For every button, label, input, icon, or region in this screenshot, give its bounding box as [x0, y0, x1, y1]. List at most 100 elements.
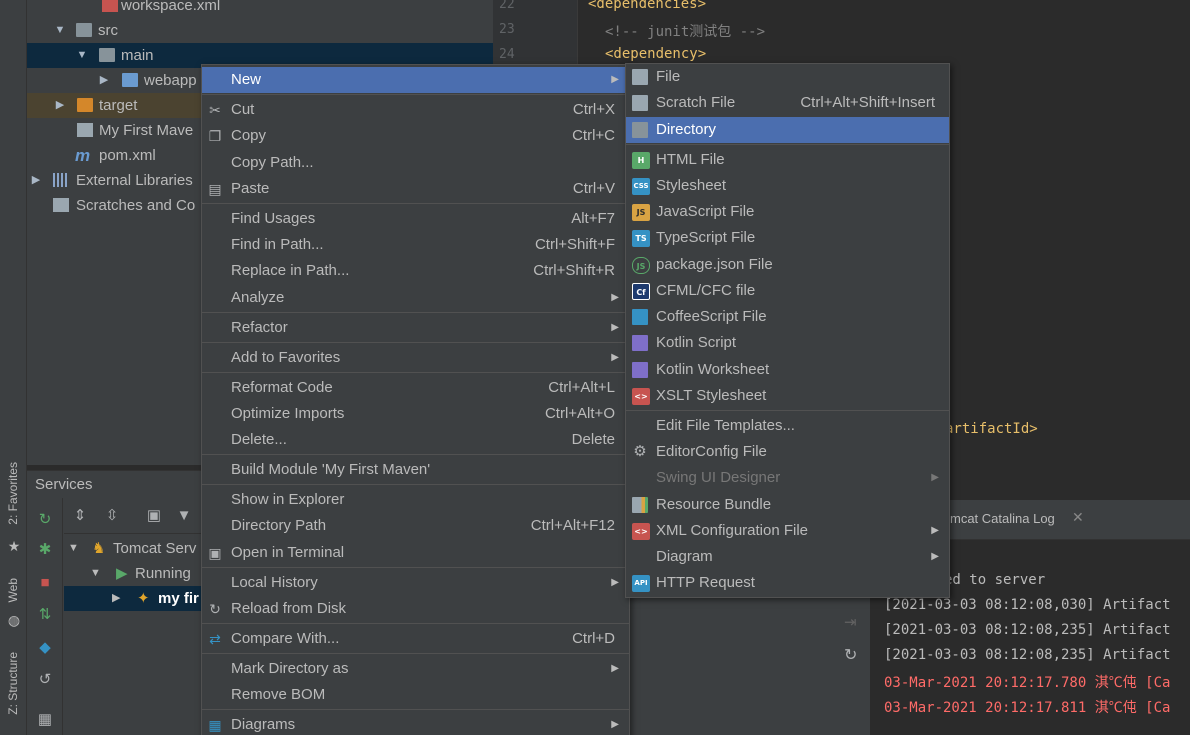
- new-stylesheet-item[interactable]: CSS Stylesheet: [626, 173, 949, 199]
- menu-item-cut[interactable]: ✂ Cut Ctrl+X: [202, 97, 629, 123]
- services-toolbar: ↻ ✱ ■ ⇅ ◆ ↺ ▦: [27, 498, 63, 735]
- new-diagram-item[interactable]: Diagram ▶: [626, 544, 949, 570]
- tree-item-src[interactable]: ▼ src: [27, 18, 493, 43]
- new-editorconfig-file-item[interactable]: ⚙ EditorConfig File: [626, 439, 949, 465]
- collapse-arrow-icon[interactable]: ▶: [54, 93, 66, 118]
- menu-shortcut: Alt+F7: [571, 210, 615, 227]
- stop-icon[interactable]: ■: [35, 573, 55, 593]
- menu-separator: [202, 567, 629, 568]
- menu-shortcut: Ctrl+Shift+R: [533, 262, 615, 279]
- menu-item-new[interactable]: New ▶: [202, 67, 629, 93]
- rerun-icon[interactable]: ↻: [35, 510, 55, 530]
- submenu-item-label: Kotlin Script: [656, 334, 737, 351]
- menu-item-find-in-path[interactable]: Find in Path... Ctrl+Shift+F: [202, 232, 629, 258]
- menu-item-compare-with[interactable]: ⇄ Compare With... Ctrl+D: [202, 626, 629, 652]
- collapse-arrow-icon[interactable]: ▶: [98, 68, 110, 93]
- submenu-item-label: EditorConfig File: [656, 443, 767, 460]
- catalina-log-tab[interactable]: mcat Catalina Log: [950, 511, 1055, 526]
- new-coffeescript-file-item[interactable]: CoffeeScript File: [626, 304, 949, 330]
- expand-arrow-icon[interactable]: ▼: [76, 43, 88, 68]
- new-directory-item[interactable]: Directory: [626, 117, 949, 143]
- menu-item-reformat-code[interactable]: Reformat Code Ctrl+Alt+L: [202, 375, 629, 401]
- menu-item-replace-in-path[interactable]: Replace in Path... Ctrl+Shift+R: [202, 258, 629, 284]
- line-number: 22: [499, 0, 515, 12]
- menu-item-label: Find in Path...: [231, 236, 324, 253]
- debug-icon[interactable]: ✱: [35, 540, 55, 560]
- menu-item-label: Refactor: [231, 319, 288, 336]
- menu-item-reload-from-disk[interactable]: ↻ Reload from Disk: [202, 596, 629, 622]
- menu-item-directory-path[interactable]: Directory Path Ctrl+Alt+F12: [202, 513, 629, 539]
- menu-item-add-to-favorites[interactable]: Add to Favorites ▶: [202, 345, 629, 371]
- menu-item-label: Remove BOM: [231, 686, 326, 703]
- new-html-file-item[interactable]: H HTML File: [626, 147, 949, 173]
- layout-icon[interactable]: ▦: [35, 710, 55, 730]
- close-icon[interactable]: ✕: [1072, 509, 1084, 526]
- menu-item-remove-bom[interactable]: Remove BOM: [202, 682, 629, 708]
- new-scratch-file-item[interactable]: Scratch File Ctrl+Alt+Shift+Insert: [626, 90, 949, 116]
- menu-item-copy[interactable]: ❐ Copy Ctrl+C: [202, 123, 629, 149]
- collapse-all-icon[interactable]: ⇳: [102, 506, 122, 526]
- new-http-request-item[interactable]: API HTTP Request: [626, 570, 949, 596]
- log-line: 03-Mar-2021 20:12:17.811 淇℃伅 [Ca: [884, 700, 1171, 716]
- new-typescript-file-item[interactable]: TS TypeScript File: [626, 225, 949, 251]
- expand-arrow-icon[interactable]: ▼: [68, 536, 79, 561]
- new-cfml-file-item[interactable]: Cf CFML/CFC file: [626, 278, 949, 304]
- menu-item-delete[interactable]: Delete... Delete: [202, 427, 629, 453]
- refresh-icon[interactable]: ↻: [844, 645, 857, 665]
- collapse-arrow-icon[interactable]: ▶: [112, 586, 120, 611]
- structure-tab[interactable]: Z: Structure: [6, 652, 20, 715]
- refresh-icon[interactable]: ↺: [35, 670, 55, 690]
- favorites-tab[interactable]: 2: Favorites: [6, 462, 20, 525]
- menu-item-diagrams[interactable]: ▦ Diagrams ▶: [202, 712, 629, 735]
- artifact-icon[interactable]: ◆: [35, 638, 55, 658]
- submenu-item-label: package.json File: [656, 256, 773, 273]
- new-package-json-item[interactable]: JS package.json File: [626, 252, 949, 278]
- menu-item-find-usages[interactable]: Find Usages Alt+F7: [202, 206, 629, 232]
- expand-all-icon[interactable]: ⇕: [70, 506, 90, 526]
- menu-item-refactor[interactable]: Refactor ▶: [202, 315, 629, 341]
- kotlin-worksheet-icon: [632, 362, 648, 378]
- menu-item-local-history[interactable]: Local History ▶: [202, 570, 629, 596]
- new-kotlin-script-item[interactable]: Kotlin Script: [626, 330, 949, 356]
- menu-item-copy-path[interactable]: Copy Path...: [202, 150, 629, 176]
- menu-separator: [202, 709, 629, 710]
- tree-item-workspace-xml[interactable]: workspace.xml: [27, 0, 493, 18]
- collapse-arrow-icon[interactable]: ▶: [30, 168, 42, 193]
- submenu-item-label: XSLT Stylesheet: [656, 387, 767, 404]
- group-icon[interactable]: ▣: [144, 506, 164, 526]
- submenu-item-label: Diagram: [656, 548, 713, 565]
- submenu-arrow-icon: ▶: [611, 74, 619, 85]
- menu-item-label: Analyze: [231, 289, 285, 306]
- menu-item-build-module[interactable]: Build Module 'My First Maven': [202, 457, 629, 483]
- new-javascript-file-item[interactable]: JS JavaScript File: [626, 199, 949, 225]
- tomcat-icon: ♞: [92, 540, 106, 557]
- edit-file-templates-item[interactable]: Edit File Templates...: [626, 413, 949, 439]
- submenu-item-label: Kotlin Worksheet: [656, 361, 770, 378]
- menu-item-label: Cut: [231, 101, 255, 118]
- left-tool-strip: 2: Favorites ★ Web ◍ Z: Structure: [0, 0, 27, 735]
- deploy-icon[interactable]: ⇅: [35, 605, 55, 625]
- expand-arrow-icon[interactable]: ▼: [54, 18, 66, 43]
- new-file-item[interactable]: File: [626, 64, 949, 90]
- filter-icon[interactable]: ▼: [174, 506, 194, 526]
- line-number: 23: [499, 22, 515, 37]
- web-tab[interactable]: Web: [6, 578, 20, 602]
- pin-icon[interactable]: ⇥: [844, 613, 857, 631]
- menu-item-paste[interactable]: ▤ Paste Ctrl+V: [202, 176, 629, 202]
- new-resource-bundle-item[interactable]: Resource Bundle: [626, 492, 949, 518]
- expand-arrow-icon[interactable]: ▼: [90, 561, 101, 586]
- menu-item-optimize-imports[interactable]: Optimize Imports Ctrl+Alt+O: [202, 401, 629, 427]
- menu-item-open-in-terminal[interactable]: ▣ Open in Terminal: [202, 540, 629, 566]
- code-line: <dependencies>: [588, 0, 707, 12]
- menu-shortcut: Ctrl+V: [572, 180, 615, 197]
- menu-separator: [202, 653, 629, 654]
- menu-item-mark-directory-as[interactable]: Mark Directory as ▶: [202, 656, 629, 682]
- menu-shortcut: Ctrl+Alt+F12: [530, 517, 615, 534]
- menu-item-analyze[interactable]: Analyze ▶: [202, 285, 629, 311]
- new-xslt-stylesheet-item[interactable]: <> XSLT Stylesheet: [626, 383, 949, 409]
- menu-item-show-in-explorer[interactable]: Show in Explorer: [202, 487, 629, 513]
- menu-item-label: Reload from Disk: [231, 600, 347, 617]
- menu-item-label: Build Module 'My First Maven': [231, 461, 431, 478]
- new-xml-configuration-file-item[interactable]: <> XML Configuration File ▶: [626, 518, 949, 544]
- new-kotlin-worksheet-item[interactable]: Kotlin Worksheet: [626, 357, 949, 383]
